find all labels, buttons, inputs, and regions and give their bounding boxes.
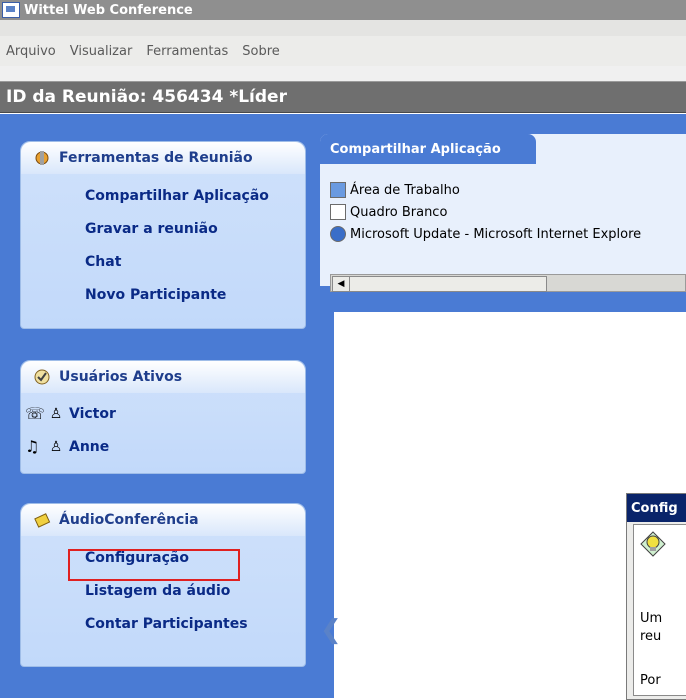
dialog-text-1: Um xyxy=(640,611,663,626)
lightbulb-icon xyxy=(640,531,666,557)
tools-icon xyxy=(35,151,49,165)
audio-panel-title: ÁudioConferência xyxy=(59,512,199,528)
share-app-box: Compartilhar Aplicação Área de Trabalho … xyxy=(320,134,686,292)
app-logo-icon xyxy=(2,2,20,18)
internet-explorer-icon xyxy=(330,226,346,242)
menu-sobre[interactable]: Sobre xyxy=(242,44,280,59)
share-item-whiteboard[interactable]: Quadro Branco xyxy=(330,204,447,220)
audio-contar-participantes[interactable]: Contar Participantes xyxy=(21,608,305,641)
user-row-victor[interactable]: ☏ ♙ Victor xyxy=(21,397,305,430)
whiteboard-icon xyxy=(330,204,346,220)
audio-panel: ÁudioConferência Configuração Listagem d… xyxy=(20,503,306,667)
tools-panel: Ferramentas de Reunião Compartilhar Apli… xyxy=(20,141,306,329)
share-tab-label: Compartilhar Aplicação xyxy=(330,141,501,157)
music-note-icon: ♫ xyxy=(25,436,40,456)
menu-bar: Arquivo Visualizar Ferramentas Sobre xyxy=(0,36,686,66)
users-panel-title: Usuários Ativos xyxy=(59,369,183,385)
dialog-content: Um reu Por xyxy=(633,524,686,696)
dialog-text-3: Por xyxy=(640,673,661,688)
share-item-ie[interactable]: Microsoft Update - Microsoft Internet Ex… xyxy=(330,226,641,242)
tool-chat[interactable]: Chat xyxy=(21,246,305,279)
share-item-label: Quadro Branco xyxy=(350,204,448,220)
scroll-thumb[interactable] xyxy=(349,276,547,292)
users-icon xyxy=(34,369,50,385)
window-title-bar: Wittel Web Conference xyxy=(0,0,686,20)
tool-novo-participante[interactable]: Novo Participante xyxy=(21,279,305,312)
audio-panel-header: ÁudioConferência xyxy=(21,504,305,536)
user-row-anne[interactable]: ♫ ♙ Anne xyxy=(21,430,305,463)
config-dialog: Config Um reu Por xyxy=(626,493,686,700)
dialog-text-2: reu xyxy=(640,629,662,644)
menu-visualizar[interactable]: Visualizar xyxy=(70,44,133,59)
dialog-title-bar: Config xyxy=(627,494,686,522)
configuracao-highlight-box xyxy=(68,549,240,581)
share-item-label: Área de Trabalho xyxy=(350,182,460,198)
horizontal-scrollbar[interactable]: ◀ xyxy=(330,274,686,292)
tools-panel-title: Ferramentas de Reunião xyxy=(59,150,253,166)
menu-arquivo[interactable]: Arquivo xyxy=(6,44,56,59)
meeting-id-bar: ID da Reunião: 456434 *Líder xyxy=(0,81,686,113)
share-item-desktop[interactable]: Área de Trabalho xyxy=(330,182,460,198)
users-panel-header: Usuários Ativos xyxy=(21,361,305,393)
leader-user-icon: ♙ xyxy=(49,405,63,422)
audio-icon xyxy=(34,513,51,528)
user-icon: ♙ xyxy=(49,438,63,455)
tool-compartilhar-aplicacao[interactable]: Compartilhar Aplicação xyxy=(21,180,305,213)
tools-panel-header: Ferramentas de Reunião xyxy=(21,142,305,174)
title-separator xyxy=(0,20,686,36)
phone-icon: ☏ xyxy=(25,403,46,423)
user-name: Anne xyxy=(69,438,110,455)
tool-gravar-reuniao[interactable]: Gravar a reunião xyxy=(21,213,305,246)
meeting-title: ID da Reunião: 456434 *Líder xyxy=(6,87,287,107)
window-title: Wittel Web Conference xyxy=(24,2,193,18)
user-name: Victor xyxy=(69,405,116,422)
users-panel: Usuários Ativos ☏ ♙ Victor ♫ ♙ Anne xyxy=(20,360,306,474)
scroll-left-icon[interactable]: ◀ xyxy=(332,276,350,292)
dialog-title: Config xyxy=(631,500,678,516)
desktop-icon xyxy=(330,182,346,198)
menu-gap xyxy=(0,66,686,81)
share-item-label: Microsoft Update - Microsoft Internet Ex… xyxy=(350,226,642,242)
share-app-tab[interactable]: Compartilhar Aplicação xyxy=(320,134,536,164)
collapse-chevron-icon[interactable]: ❮ xyxy=(320,600,342,660)
menu-ferramentas[interactable]: Ferramentas xyxy=(146,44,228,59)
